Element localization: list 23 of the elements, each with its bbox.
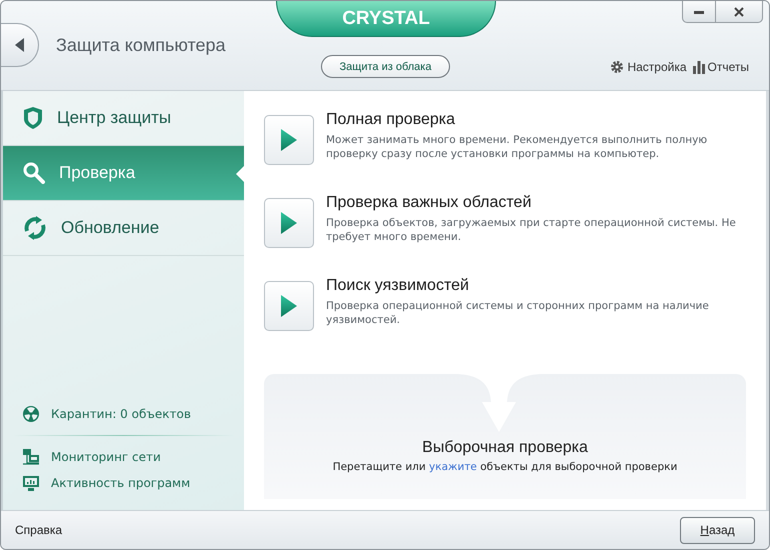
window-title: Защита компьютера [56, 35, 226, 56]
drop-zone[interactable]: Выборочная проверка Перетащите или укажите объекты для выборочной проверки [264, 374, 746, 499]
scan-title[interactable]: Полная проверка [326, 111, 746, 129]
select-objects-link[interactable]: укажите [429, 461, 477, 473]
drop-zone-hint: Перетащите или укажите объекты для выборочной проверки [332, 461, 678, 473]
drop-zone-title: Выборочная проверка [422, 439, 588, 457]
sidebar-item-label: Обновление [61, 218, 160, 238]
tool-link[interactable]: Активность программ [51, 476, 190, 490]
quarantine-link[interactable]: Карантин: 0 объектов [51, 407, 191, 421]
settings-link[interactable]: Настройка [627, 60, 687, 74]
scan-description: Может занимать много времени. Рекомендуется выполнить полную проверку сразу после установки программы на компьютер. [326, 133, 708, 161]
scan-description: Проверка объектов, загружаемых при старте операционной системы. Не требует много времени. [326, 216, 737, 244]
cloud-protection-button[interactable]: Защита из облака [321, 55, 450, 78]
reports-link[interactable]: Отчеты [708, 60, 749, 74]
scan-title[interactable]: Проверка важных областей [326, 194, 746, 212]
scan-description: Проверка операционной системы и сторонних программ на наличие уязвимостей. [326, 299, 710, 327]
scan-title[interactable]: Поиск уязвимостей [326, 277, 746, 295]
sidebar-item-label: Центр защиты [57, 108, 172, 128]
back-text-button[interactable]: Назад [680, 516, 755, 544]
tool-link[interactable]: Мониторинг сети [51, 450, 161, 464]
sidebar-item-label: Проверка [59, 163, 136, 183]
help-link[interactable]: Справка [15, 523, 62, 537]
product-logo: CRYSTAL [276, 1, 496, 37]
